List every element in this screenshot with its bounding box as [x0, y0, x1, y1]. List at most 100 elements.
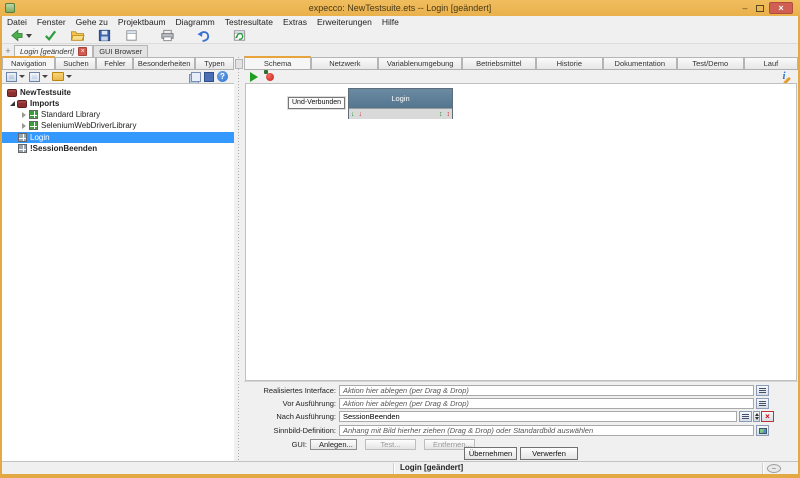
realisiertes-interface-input[interactable]: Aktion hier ablegen (per Drag & Drop)	[339, 385, 754, 396]
grip-icon[interactable]: –	[767, 464, 781, 473]
editor-tab-bar: + Login [geändert] × GUI Browser	[2, 44, 798, 57]
save-view-icon[interactable]	[204, 72, 214, 82]
tab-netzwerk[interactable]: Netzwerk	[311, 57, 378, 69]
reorder-button[interactable]	[753, 411, 760, 422]
print-icon[interactable]	[158, 28, 176, 43]
menu-diagramm[interactable]: Diagramm	[171, 17, 220, 27]
image-icon	[759, 428, 767, 434]
back-icon[interactable]	[7, 28, 25, 43]
login-block-pins: ↓ ↓ ↕ ↕	[349, 108, 452, 119]
input-pin-icon[interactable]: ↓	[359, 111, 363, 118]
open-folder-icon[interactable]	[68, 28, 86, 43]
edit-info-icon[interactable]: i	[778, 71, 790, 82]
expander-closed-icon[interactable]	[22, 123, 26, 129]
close-button[interactable]: ×	[769, 2, 793, 14]
tab-dokumentation[interactable]: Dokumentation	[603, 57, 677, 69]
right-panel-tabs: Schema Netzwerk Variablenumgebung Betrie…	[244, 57, 798, 70]
list-icon	[759, 388, 766, 393]
add-item-menu-button[interactable]	[6, 72, 25, 82]
up-icon	[755, 413, 759, 416]
navigation-panel: Navigation Suchen Fehler Besonderheiten …	[2, 57, 234, 461]
output-pin-icon[interactable]: ↕	[447, 111, 451, 118]
gui-test-button[interactable]: Test...	[365, 439, 416, 450]
uebernehmen-button[interactable]: Übernehmen	[464, 447, 517, 460]
tab-gui-browser[interactable]: GUI Browser	[93, 45, 148, 57]
add-list-icon	[29, 72, 40, 82]
vor-ausfuehrung-input[interactable]: Aktion hier ablegen (per Drag & Drop)	[339, 398, 754, 409]
remove-action-button[interactable]: ×	[761, 411, 774, 422]
splitter-grabber[interactable]	[235, 59, 243, 69]
connector-type-button[interactable]: Und-Verbunden	[288, 97, 345, 109]
interface-menu-button[interactable]	[756, 385, 769, 396]
block-icon	[18, 133, 27, 142]
input-pin-icon[interactable]: ↓	[351, 111, 355, 118]
login-block-title[interactable]: Login	[349, 89, 452, 108]
tree-item-login[interactable]: Login	[2, 132, 234, 143]
verwerfen-button[interactable]: Verwerfen	[520, 447, 578, 460]
tab-close-icon[interactable]: ×	[78, 47, 87, 56]
tree-item-standard-library[interactable]: Standard Library	[2, 109, 234, 120]
menu-fenster[interactable]: Fenster	[32, 17, 71, 27]
expander-closed-icon[interactable]	[22, 112, 26, 118]
library-icon	[29, 110, 38, 119]
form-row-realisiertes-interface: Realisiertes Interface: Aktion hier able…	[244, 385, 798, 396]
panel-splitter[interactable]	[234, 57, 244, 461]
nach-ausfuehrung-input[interactable]: SessionBeenden	[339, 411, 737, 422]
statusbar-text: Login [geändert]	[400, 463, 463, 472]
back-dropdown-icon[interactable]	[26, 34, 32, 38]
tree-toolbar: ?	[2, 70, 234, 83]
tab-navigation[interactable]: Navigation	[2, 56, 55, 69]
menu-erweiterungen[interactable]: Erweiterungen	[312, 17, 377, 27]
tab-variablenumgebung[interactable]: Variablenumgebung	[378, 57, 462, 69]
tab-gui-browser-label: GUI Browser	[99, 47, 142, 56]
new-window-icon[interactable]	[122, 28, 140, 43]
maximize-button[interactable]	[753, 2, 767, 14]
tab-schema[interactable]: Schema	[244, 56, 311, 69]
image-select-button[interactable]	[756, 425, 769, 436]
detail-panel: Schema Netzwerk Variablenumgebung Betrie…	[244, 57, 798, 461]
gui-anlegen-button[interactable]: Anlegen...	[310, 439, 357, 450]
tree-item-newtestsuite[interactable]: NewTestsuite	[2, 87, 234, 98]
help-icon[interactable]: ?	[217, 71, 228, 82]
tree-item-imports[interactable]: Imports	[2, 98, 234, 109]
main-toolbar	[2, 28, 798, 44]
tree-item-seleniumwebdriverlibrary[interactable]: SeleniumWebDriverLibrary	[2, 120, 234, 131]
nach-ausfuehrung-menu-button[interactable]	[739, 411, 752, 422]
tab-lauf[interactable]: Lauf	[744, 57, 798, 69]
menu-projektbaum[interactable]: Projektbaum	[113, 17, 171, 27]
tab-fehler[interactable]: Fehler	[96, 57, 133, 69]
minimize-button[interactable]: –	[738, 2, 752, 14]
add-list-menu-button[interactable]	[29, 72, 48, 82]
tab-betriebsmittel[interactable]: Betriebsmittel	[462, 57, 536, 69]
tab-suchen[interactable]: Suchen	[55, 57, 96, 69]
expander-open-icon[interactable]	[10, 101, 15, 106]
refresh-window-icon[interactable]	[230, 28, 248, 43]
tree-item-sessionbeenden[interactable]: !SessionBeenden	[2, 143, 234, 154]
login-block[interactable]: Login ↓ ↓ ↕ ↕	[348, 88, 453, 119]
debug-icon[interactable]	[266, 73, 274, 81]
menu-testresultate[interactable]: Testresultate	[220, 17, 278, 27]
menu-extras[interactable]: Extras	[278, 17, 312, 27]
statusbar-divider	[762, 463, 763, 474]
menu-datei[interactable]: Datei	[2, 17, 32, 27]
tab-historie[interactable]: Historie	[536, 57, 603, 69]
dropdown-caret-icon	[42, 75, 48, 78]
tab-test-demo[interactable]: Test/Demo	[677, 57, 744, 69]
tab-besonderheiten[interactable]: Besonderheiten	[133, 57, 195, 69]
splitter-dots	[238, 57, 239, 461]
accept-icon[interactable]	[41, 28, 59, 43]
vor-ausfuehrung-menu-button[interactable]	[756, 398, 769, 409]
dropdown-caret-icon	[66, 75, 72, 78]
run-icon[interactable]	[250, 72, 258, 82]
output-pin-icon[interactable]: ↕	[439, 111, 443, 118]
save-icon[interactable]	[95, 28, 113, 43]
sinnbild-definition-input[interactable]: Anhang mit Bild hierher ziehen (Drag & D…	[339, 425, 754, 436]
schema-canvas[interactable]: Und-Verbunden Login ↓ ↓ ↕ ↕	[245, 83, 797, 381]
copy-view-icon[interactable]	[191, 72, 201, 82]
undo-icon[interactable]	[194, 28, 212, 43]
tab-typen[interactable]: Typen	[195, 57, 234, 69]
menu-hilfe[interactable]: Hilfe	[377, 17, 404, 27]
menu-gehe-zu[interactable]: Gehe zu	[71, 17, 113, 27]
library-icon	[29, 121, 38, 130]
folder-menu-button[interactable]	[52, 72, 72, 81]
